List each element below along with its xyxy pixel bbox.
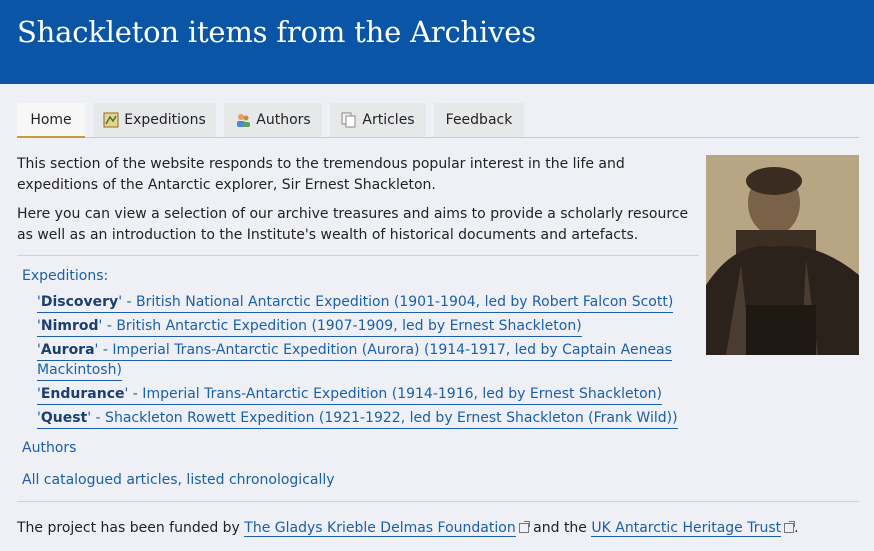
footer-middle: and the: [528, 520, 592, 536]
tab-articles-label: Articles: [362, 112, 415, 128]
expeditions-heading-link[interactable]: Expeditions:: [22, 268, 108, 284]
expedition-desc: - Shackleton Rowett Expedition (1921-192…: [91, 410, 678, 426]
intro-paragraph-1: This section of the website responds to …: [17, 156, 625, 193]
footer-prefix: The project has been funded by: [17, 520, 245, 536]
tab-feedback[interactable]: Feedback: [434, 103, 524, 137]
expedition-name: Discovery: [40, 294, 119, 310]
expedition-link-quest[interactable]: 'Quest' - Shackleton Rowett Expedition (…: [37, 408, 678, 429]
authors-link[interactable]: Authors: [22, 440, 76, 456]
page-title: Shackleton items from the Archives: [17, 15, 536, 49]
expedition-desc: - Imperial Trans-Antarctic Expedition (A…: [98, 342, 672, 358]
footer-text: The project has been funded by The Glady…: [17, 520, 799, 537]
tab-expeditions[interactable]: Expeditions: [93, 103, 216, 137]
expedition-name: Nimrod: [40, 318, 99, 334]
intro-paragraph-2: Here you can view a selection of our arc…: [17, 206, 689, 243]
tab-home[interactable]: Home: [17, 103, 85, 138]
site-header: Shackleton items from the Archives: [0, 0, 874, 84]
tab-expeditions-label: Expeditions: [124, 112, 206, 128]
expedition-link-nimrod[interactable]: 'Nimrod' - British Antarctic Expedition …: [37, 316, 582, 337]
expedition-link-aurora[interactable]: 'Aurora' - Imperial Trans-Antarctic Expe…: [37, 340, 672, 361]
expedition-desc: - British National Antarctic Expedition …: [122, 294, 674, 310]
expedition-link-aurora-cont[interactable]: Mackintosh): [37, 360, 122, 381]
articles-link[interactable]: All catalogued articles, listed chronolo…: [22, 472, 335, 488]
section-divider: [17, 255, 699, 256]
external-link-icon: [518, 521, 530, 533]
tab-authors-label: Authors: [256, 112, 311, 128]
tab-bar: Home Expeditions Authors Articles Feedba…: [17, 103, 859, 138]
expedition-desc-cont: Mackintosh): [37, 362, 122, 378]
tab-articles[interactable]: Articles: [330, 103, 426, 137]
documents-icon: [341, 112, 357, 128]
expedition-name: Quest: [40, 410, 88, 426]
external-link-icon: [784, 521, 796, 533]
tab-authors[interactable]: Authors: [224, 103, 322, 137]
footer-divider: [17, 501, 859, 502]
delmas-foundation-link[interactable]: The Gladys Krieble Delmas Foundation: [244, 520, 516, 537]
map-icon: [103, 112, 119, 128]
expedition-name: Endurance: [40, 386, 125, 402]
expedition-desc: - British Antarctic Expedition (1907-190…: [102, 318, 582, 334]
tab-feedback-label: Feedback: [445, 112, 513, 128]
expedition-link-endurance[interactable]: 'Endurance' - Imperial Trans-Antarctic E…: [37, 384, 662, 405]
expedition-name: Aurora: [40, 342, 95, 358]
tab-home-label: Home: [30, 111, 72, 128]
shackleton-portrait: [706, 155, 859, 355]
expedition-link-discovery[interactable]: 'Discovery' - British National Antarctic…: [37, 292, 674, 313]
people-icon: [235, 112, 251, 128]
expedition-desc: - Imperial Trans-Antarctic Expedition (1…: [128, 386, 662, 402]
heritage-trust-link[interactable]: UK Antarctic Heritage Trust: [591, 520, 782, 537]
